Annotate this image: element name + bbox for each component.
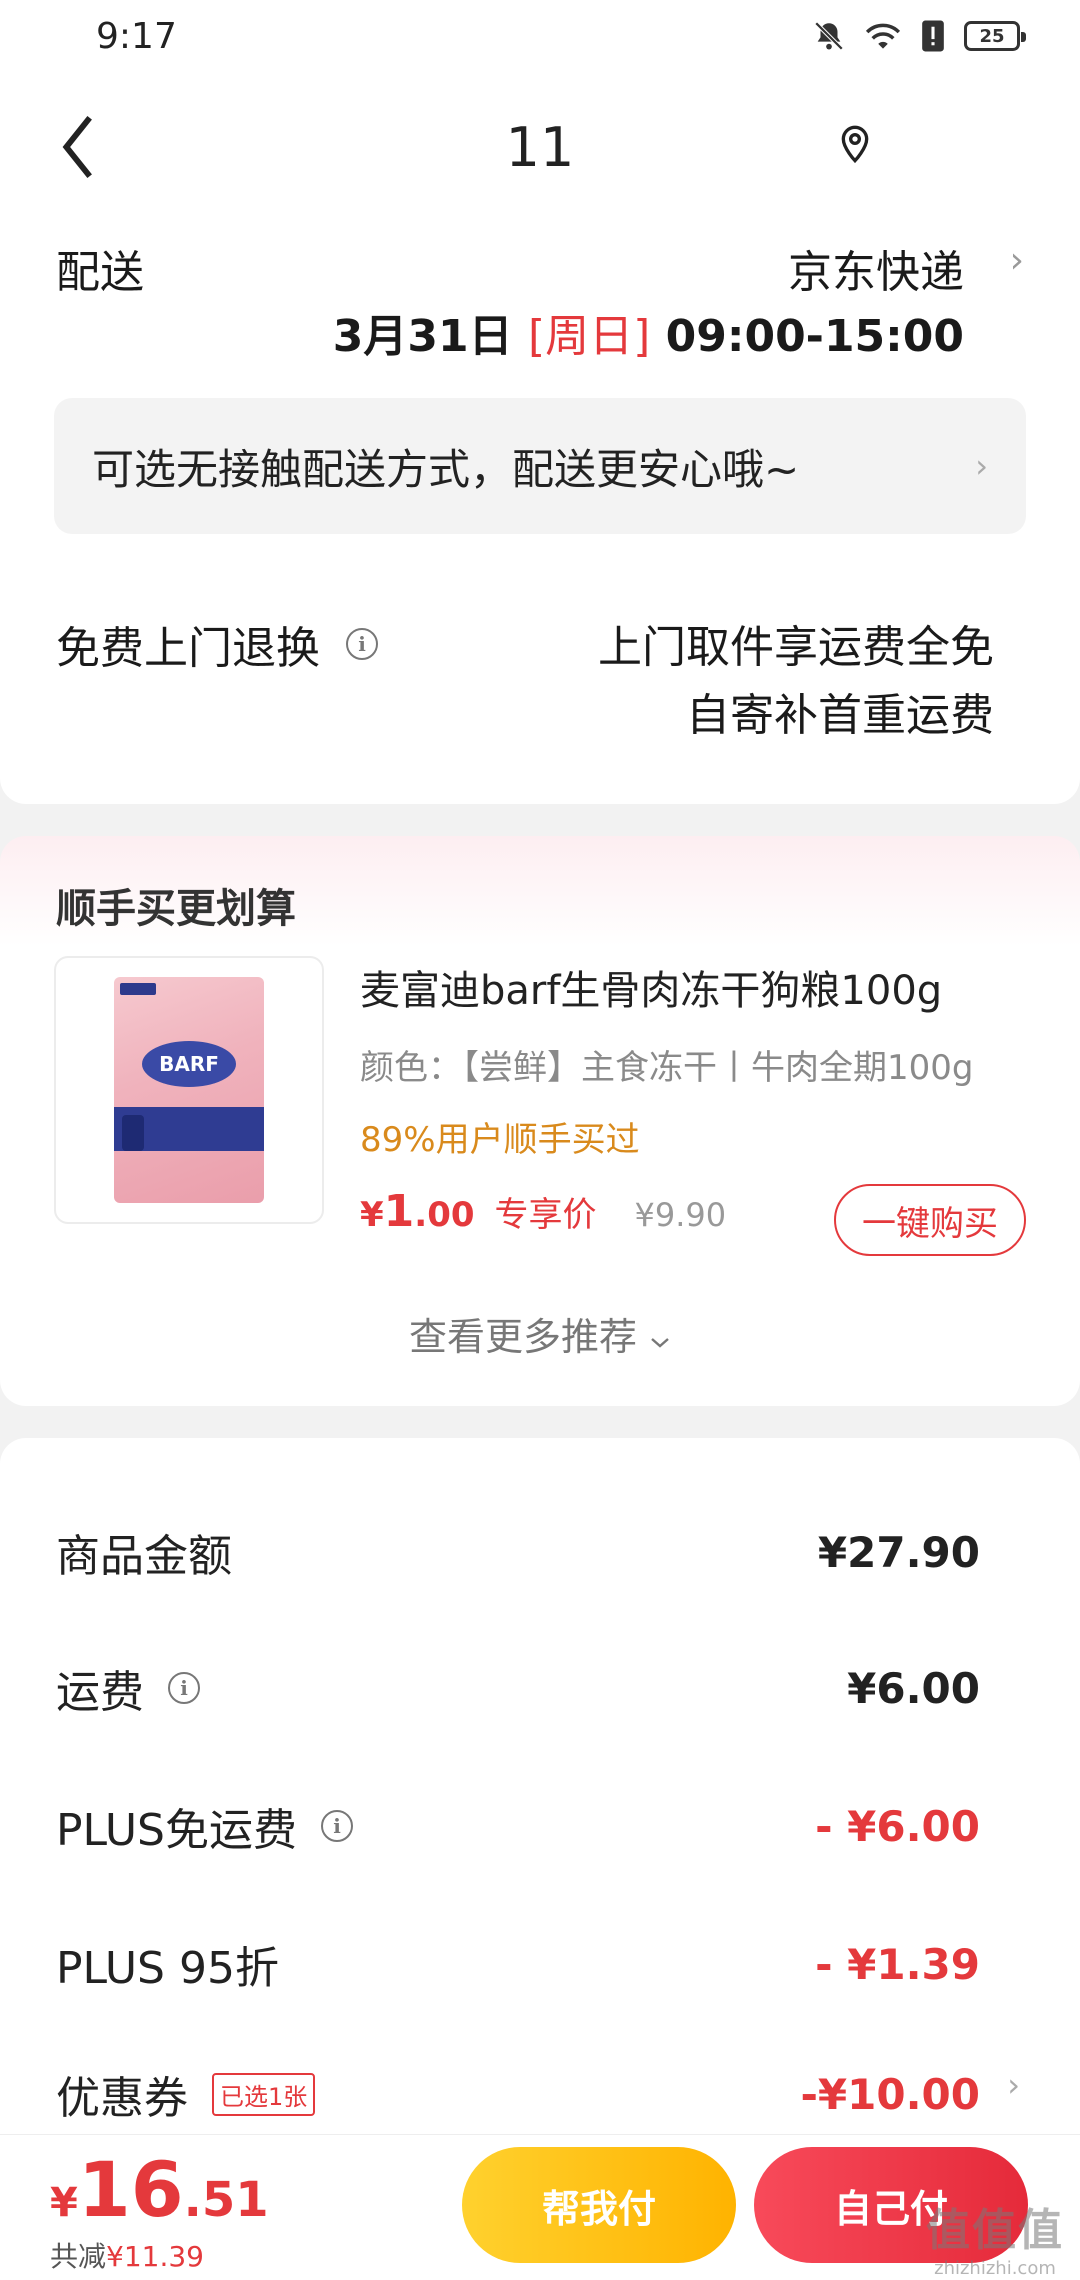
more-recommendations-label: 查看更多推荐: [408, 1315, 637, 1359]
delivery-day: [周日]: [527, 311, 651, 362]
shipping-label: 运费 i: [56, 1656, 200, 1720]
total-price: ¥16.51: [50, 2145, 269, 2234]
bell-muted-icon: [812, 19, 846, 53]
package-badge: [122, 1115, 144, 1151]
exclusive-price: ¥1.00: [360, 1186, 475, 1237]
price-dec: .00: [414, 1195, 475, 1235]
goods-amount-label: 商品金额: [56, 1531, 232, 1582]
price-int: 1: [383, 1186, 415, 1237]
free-return-label: 免费上门退换 i: [56, 612, 378, 676]
location-icon[interactable]: [838, 124, 872, 168]
return-policy: 上门取件享运费全免 自寄补首重运费: [598, 614, 994, 750]
page-title: 11: [505, 116, 575, 179]
return-line-1: 上门取件享运费全免: [598, 622, 994, 673]
product-package-illustration: BARF: [114, 977, 264, 1203]
product-spec: 颜色：【尝鲜】主食冻干丨牛肉全期100g: [360, 1048, 974, 1088]
price-row: ¥1.00 专享价 ¥9.90: [360, 1186, 726, 1237]
return-line-2: 自寄补首重运费: [686, 690, 994, 741]
plus-discount-value: - ¥1.39: [815, 1939, 980, 1989]
chevron-down-icon: [649, 1315, 671, 1359]
delivery-date: 3月31日: [332, 311, 513, 362]
coupon-selected-badge: 已选1张: [212, 2072, 316, 2116]
delivery-card: 配送 京东快递 › 3月31日 [周日] 09:00-15:00 可选无接触配送…: [0, 222, 1080, 804]
saved-amount: ¥11.39: [106, 2240, 204, 2273]
status-icons: 25: [812, 19, 1026, 53]
info-icon[interactable]: i: [168, 1672, 200, 1704]
social-proof: 89%用户顺手买过: [360, 1120, 640, 1160]
shipping-label-text: 运费: [56, 1667, 144, 1718]
delivery-window: 09:00-15:00: [665, 311, 964, 362]
coupon-value: -¥10.00: [800, 2069, 980, 2119]
plus-discount-label: PLUS 95折: [56, 1943, 279, 1994]
contactless-delivery-banner[interactable]: 可选无接触配送方式，配送更安心哦~ ›: [54, 398, 1026, 534]
coupon-label-text: 优惠券: [56, 2073, 188, 2124]
contactless-text: 可选无接触配送方式，配送更安心哦~: [92, 444, 800, 494]
status-bar: 9:17 25: [0, 0, 1080, 72]
delivery-time[interactable]: 3月31日 [周日] 09:00-15:00: [333, 300, 964, 364]
coupon-row[interactable]: 优惠券 已选1张 -¥10.00: [56, 2062, 980, 2126]
info-icon[interactable]: i: [346, 628, 378, 660]
chevron-right-icon[interactable]: ›: [1007, 2066, 1020, 2104]
delivery-label: 配送: [56, 247, 144, 298]
battery-level: 25: [979, 25, 1005, 47]
payment-bar: ¥16.51 共减¥11.39 帮我付 自己付: [0, 2134, 1080, 2280]
addon-card: 顺手买更划算 BARF 麦富迪barf生骨肉冻干狗粮100g 颜色：【尝鲜】主食…: [0, 836, 1080, 1406]
plus-discount-row: PLUS 95折 - ¥1.39: [56, 1934, 980, 1995]
one-click-buy-button[interactable]: 一键购买: [834, 1184, 1026, 1256]
wifi-icon: [864, 20, 902, 52]
total-symbol: ¥: [50, 2180, 78, 2226]
nav-bar: 11: [0, 72, 1080, 222]
shipping-row: 运费 i ¥6.00: [56, 1656, 980, 1720]
total-int: 16: [77, 2145, 184, 2234]
watermark-url: zhizhizhi.com: [934, 2258, 1056, 2279]
product-name[interactable]: 麦富迪barf生骨肉冻干狗粮100g: [360, 958, 942, 1016]
plus-free-shipping-value: - ¥6.00: [815, 1801, 980, 1851]
chevron-right-icon[interactable]: ›: [1010, 240, 1024, 281]
plus-free-shipping-text: PLUS免运费: [56, 1805, 297, 1856]
coupon-label: 优惠券 已选1张: [56, 2062, 316, 2126]
goods-amount-value: ¥27.90: [817, 1527, 980, 1577]
original-price: ¥9.90: [634, 1196, 727, 1234]
plus-free-shipping-row: PLUS免运费 i - ¥6.00: [56, 1794, 980, 1858]
fee-summary-card: 商品金额 ¥27.90 运费 i ¥6.00 PLUS免运费 i - ¥6.00…: [0, 1438, 1080, 2138]
chevron-right-icon: ›: [975, 447, 988, 485]
price-symbol: ¥: [360, 1195, 384, 1235]
watermark-logo: 值值值: [926, 2205, 1064, 2256]
battery-icon: 25: [964, 21, 1026, 51]
addon-title: 顺手买更划算: [56, 886, 296, 932]
price-tag: 专享价: [494, 1195, 597, 1235]
delivery-carrier[interactable]: 京东快递: [788, 236, 964, 300]
free-return-text: 免费上门退换: [56, 623, 320, 674]
package-label: BARF: [142, 1041, 236, 1087]
total-dec: .51: [183, 2172, 269, 2228]
more-recommendations-link[interactable]: 查看更多推荐: [0, 1306, 1080, 1361]
shipping-value: ¥6.00: [847, 1663, 980, 1713]
brand-tag: [120, 983, 156, 995]
info-icon[interactable]: i: [321, 1810, 353, 1842]
total-saved: 共减¥11.39: [50, 2235, 204, 2275]
status-time: 9:17: [96, 15, 177, 57]
alert-icon: [920, 19, 946, 53]
plus-free-shipping-label: PLUS免运费 i: [56, 1794, 353, 1858]
goods-amount-row: 商品金额 ¥27.90: [56, 1522, 980, 1583]
help-me-pay-button[interactable]: 帮我付: [462, 2147, 736, 2263]
product-image[interactable]: BARF: [54, 956, 324, 1224]
saved-label: 共减: [50, 2240, 107, 2273]
watermark: 值值值 zhizhizhi.com: [926, 2194, 1064, 2279]
